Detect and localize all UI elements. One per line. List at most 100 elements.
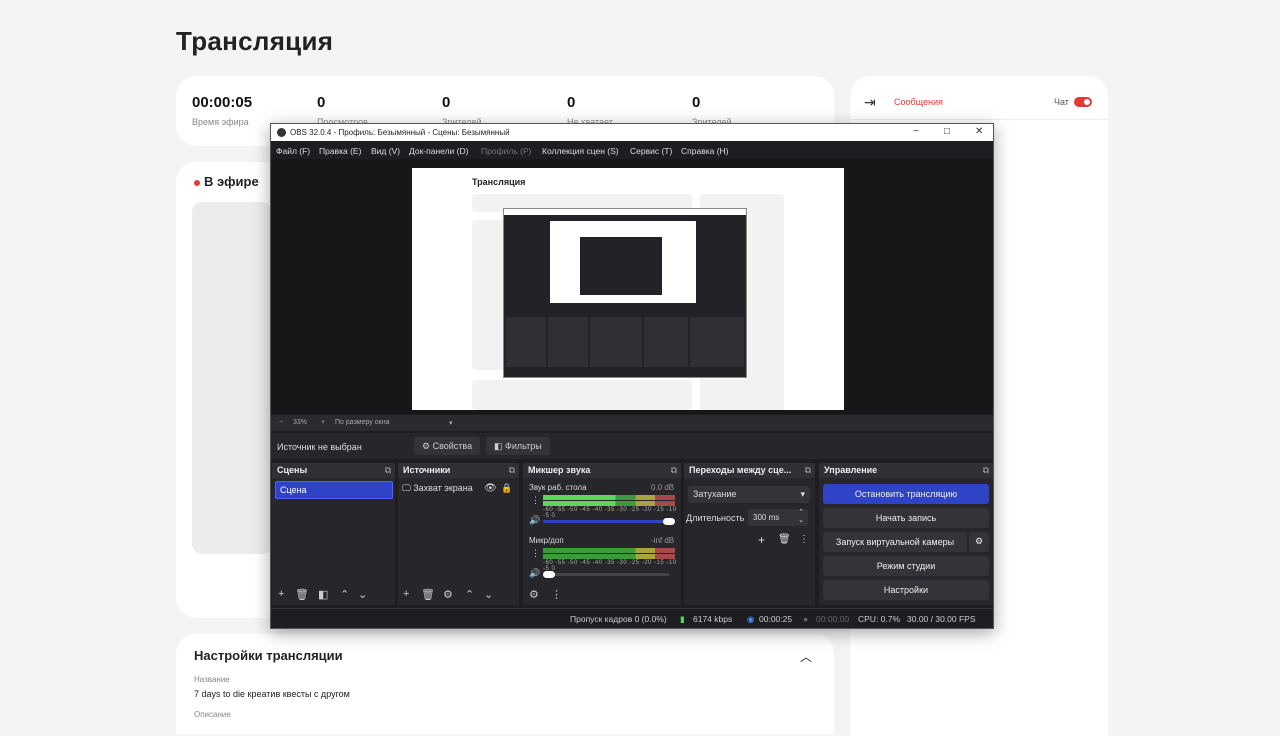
move-up-icon[interactable]: ⌃ [340,588,349,601]
stepper-icon[interactable]: ⌃ ⌄ [798,509,804,525]
trash-icon[interactable]: 🗑 [295,588,309,601]
transitions-title: Переходы между сце... [689,465,792,475]
record-time: 00:00:00 [816,614,850,624]
nested-preview [550,221,696,303]
volume-icon[interactable]: 🔊 [529,568,540,579]
lock-icon[interactable]: 🔒 [501,483,512,494]
popout-icon[interactable]: ⧉ [805,465,811,476]
obs-window: OBS 32.0.4 - Профиль: Безымянный - Сцены… [270,123,994,629]
stream-name-value[interactable]: 7 days to die креатив квесты с другом [194,689,350,699]
chevron-up-icon[interactable]: ︿ [800,648,812,665]
menu-profile[interactable]: Профиль (P) [481,146,531,156]
channel-db: -inf dB [651,536,675,545]
settings-button[interactable]: Настройки [823,580,989,600]
channel-db: 0.0 dB [651,483,675,492]
add-icon[interactable]: + [278,588,284,600]
more-options-icon[interactable]: ⋮ [551,588,562,601]
gear-icon: ⚙ [974,536,984,546]
popout-icon[interactable]: ⧉ [385,465,391,476]
level-meter-bg [543,548,675,553]
obs-preview-area[interactable]: Трансляция [271,159,993,414]
filters-button[interactable]: ◧ Фильтры [486,437,550,455]
page-title: Трансляция [176,26,334,56]
live-label: В эфире [204,174,259,189]
filter-icon[interactable]: ◧ [318,588,328,601]
duration-value: 300 ms [753,513,780,522]
dropped-frames: Пропуск кадров 0 (0.0%) [570,614,667,624]
settings-title: Настройки трансляции [194,648,343,663]
zoom-mode-select[interactable]: По размеру окна [335,419,389,426]
zoom-bar: − 33% + По размеру окна ▾ [271,415,993,431]
stop-stream-button[interactable]: Остановить трансляцию [823,484,989,504]
move-down-icon[interactable]: ⌄ [484,588,493,601]
stat-value: 00:00:05 [192,94,253,111]
volume-icon[interactable]: 🔊 [529,515,540,526]
more-options-icon[interactable]: ⋮ [799,534,809,545]
menu-view[interactable]: Вид (V) [371,146,400,156]
menu-tools[interactable]: Сервис (T) [630,146,672,156]
add-icon[interactable]: + [403,588,409,600]
advanced-audio-icon[interactable]: ⚙ [529,588,539,601]
mixer-dock-header: Микшер звука ⧉ [523,463,681,478]
stat-value: 0 [567,94,576,111]
scenes-title: Сцены [277,465,308,475]
menu-help[interactable]: Справка (H) [681,146,729,156]
volume-slider[interactable] [543,520,669,523]
eye-icon[interactable]: 👁 [484,483,497,494]
stream-description-label: Описание [194,710,231,719]
live-indicator: В эфире [194,174,259,189]
scene-item[interactable]: Сцена [275,481,393,499]
volume-slider-handle[interactable] [543,571,555,578]
maximize-icon[interactable]: □ [944,126,950,137]
popout-icon[interactable]: ⧉ [671,465,677,476]
close-icon[interactable]: ✕ [975,126,983,137]
trash-icon[interactable]: 🗑 [421,588,435,601]
zoom-in-button[interactable]: + [321,419,325,426]
add-icon[interactable]: + [758,533,765,547]
move-down-icon[interactable]: ⌄ [358,588,367,601]
chat-header: ⇥ Сообщения Чат [850,76,1108,120]
zoom-out-button[interactable]: − [279,419,283,426]
studio-mode-button[interactable]: Режим студии [823,556,989,576]
properties-button[interactable]: ⚙ Свойства [414,437,481,455]
meter-scale: -60 -55 -50 -45 -40 -35 -30 -25 -20 -15 … [543,560,677,572]
start-recording-button[interactable]: Начать запись [823,508,989,528]
obs-titlebar[interactable]: OBS 32.0.4 - Профиль: Безымянный - Сцены… [271,124,993,141]
move-up-icon[interactable]: ⌃ [465,588,474,601]
menu-scene-collection[interactable]: Коллекция сцен (S) [542,146,619,156]
virtual-camera-settings-button[interactable]: ⚙ [969,532,989,552]
volume-slider[interactable] [543,573,669,576]
trash-icon[interactable]: 🗑 [778,534,791,545]
nested-obs-window [503,208,747,378]
volume-slider-handle[interactable] [663,518,675,525]
popout-icon[interactable]: ⧉ [509,465,515,476]
minimize-icon[interactable]: − [913,126,919,137]
nested-scenes-dock [506,317,546,367]
controls-title: Управление [824,465,878,475]
chevron-down-icon: ▾ [800,489,805,499]
menu-docks[interactable]: Док-панели (D) [409,146,468,156]
duration-input[interactable]: 300 ms ⌃ ⌄ [748,509,808,526]
mixer-toolbar: ⚙ ⋮ [523,585,681,605]
stream-name-label: Название [194,675,230,684]
more-options-icon[interactable]: ⋮ [531,495,540,506]
controls-dock-header: Управление ⧉ [819,463,993,478]
tab-messages[interactable]: Сообщения [894,97,943,107]
chat-toggle[interactable] [1074,97,1092,107]
obs-statusbar: Пропуск кадров 0 (0.0%) ▮ 6174 kbps ◉ 00… [271,608,993,628]
source-item[interactable]: 🖵 Захват экрана [402,483,473,494]
menu-edit[interactable]: Правка (E) [319,146,361,156]
collapse-panel-icon[interactable]: ⇥ [864,94,876,111]
gear-icon[interactable]: ⚙ [443,588,453,601]
filter-icon: ◧ [494,441,503,451]
sources-toolbar: + 🗑 ⚙ ⌃ ⌄ [398,585,519,605]
virtual-camera-button[interactable]: Запуск виртуальной камеры [823,532,967,552]
chevron-down-icon[interactable]: ▾ [449,419,453,427]
level-meter-live [543,501,675,506]
transition-select[interactable]: Затухание ▾ [688,486,810,503]
menu-file[interactable]: Файл (F) [276,146,310,156]
more-options-icon[interactable]: ⋮ [531,548,540,559]
scene-transitions-dock: Переходы между сце... ⧉ Затухание ▾ Длител… [684,463,815,605]
popout-icon[interactable]: ⧉ [983,465,989,476]
scenes-toolbar: + 🗑 ◧ ⌃ ⌄ [272,585,395,605]
